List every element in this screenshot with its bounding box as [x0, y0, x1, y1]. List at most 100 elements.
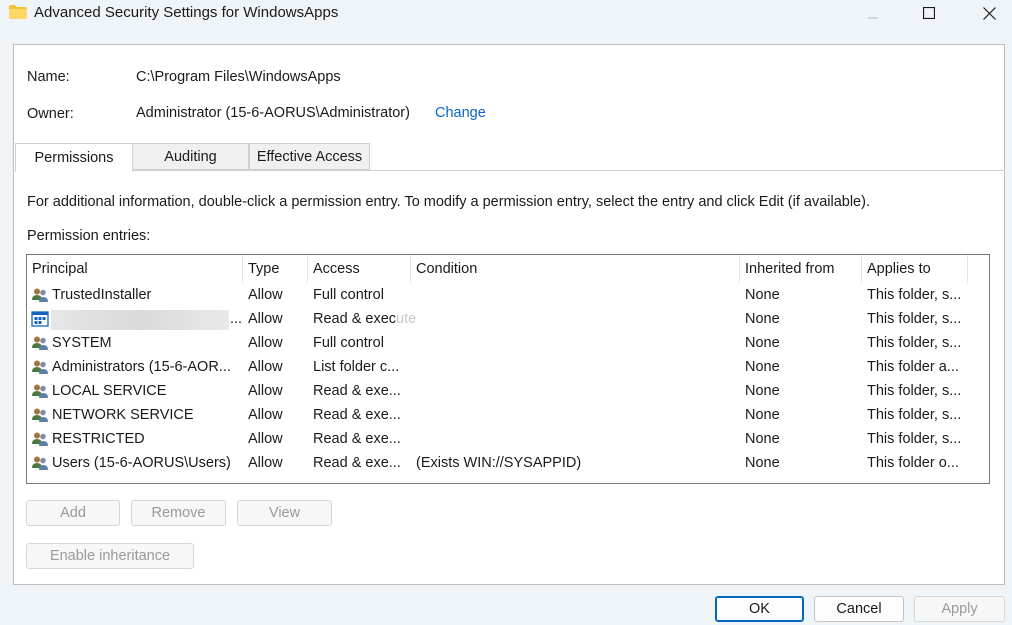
group-icon: [31, 455, 49, 471]
condition-cell: (Exists WIN://SYSAPPID): [416, 455, 582, 471]
inherited-from-cell: None: [745, 335, 780, 351]
principal-cell: NETWORK SERVICE: [27, 403, 243, 427]
minimize-icon: [868, 17, 878, 19]
close-icon: [982, 6, 996, 20]
principal-cell: Users (15-6-AORUS\Users): [27, 451, 243, 475]
access-cell: Read & exe...: [313, 455, 401, 471]
applies-to-cell: This folder, s...: [867, 431, 962, 447]
inherited-from-cell: None: [745, 431, 780, 447]
group-icon: [31, 287, 49, 303]
cancel-button[interactable]: Cancel: [814, 596, 904, 622]
table-header: Principal Type Access Condition Inherite…: [27, 255, 989, 283]
group-icon: [31, 359, 49, 375]
applies-to-cell: This folder a...: [867, 359, 959, 375]
principal-cell: LOCAL SERVICE: [27, 379, 243, 403]
type-cell: Allow: [248, 311, 283, 327]
applies-to-cell: This folder, s...: [867, 311, 962, 327]
table-row[interactable]: ... Allow Read & execute None This folder, s…: [27, 307, 989, 331]
tab-permissions[interactable]: Permissions: [15, 143, 133, 172]
condition-cell: [411, 403, 740, 427]
group-icon: [31, 335, 49, 351]
title-bar[interactable]: Advanced Security Settings for WindowsAp…: [0, 0, 1012, 28]
access-cell: Read & exe...: [313, 407, 401, 423]
enable-inheritance-button[interactable]: Enable inheritance: [26, 543, 194, 569]
table-row[interactable]: Users (15-6-AORUS\Users) Allow Read & exe.…: [27, 451, 989, 475]
type-cell: Allow: [248, 407, 283, 423]
applies-to-cell: This folder, s...: [867, 287, 962, 303]
type-cell: Allow: [248, 287, 283, 303]
change-owner-link[interactable]: Change: [435, 105, 486, 121]
column-principal[interactable]: Principal: [27, 255, 243, 283]
group-icon: [31, 431, 49, 447]
name-value: C:\Program Files\WindowsApps: [136, 69, 341, 85]
view-button[interactable]: View: [237, 500, 332, 526]
condition-cell: [411, 307, 740, 331]
column-inherited-from[interactable]: Inherited from: [740, 255, 862, 283]
permission-entries-list[interactable]: Principal Type Access Condition Inherite…: [26, 254, 990, 484]
group-icon: [31, 383, 49, 399]
inherited-from-cell: None: [745, 311, 780, 327]
tab-divider: [15, 170, 1005, 171]
access-cell: Full control: [313, 335, 384, 351]
condition-cell: [411, 283, 740, 307]
applies-to-cell: This folder, s...: [867, 335, 962, 351]
remove-button[interactable]: Remove: [131, 500, 226, 526]
condition-cell: [411, 355, 740, 379]
column-access[interactable]: Access: [308, 255, 411, 283]
close-button[interactable]: [966, 0, 1012, 26]
principal-cell: RESTRICTED: [27, 427, 243, 451]
add-button[interactable]: Add: [26, 500, 120, 526]
column-condition[interactable]: Condition: [411, 255, 740, 283]
condition-cell: [411, 427, 740, 451]
type-cell: Allow: [248, 335, 283, 351]
access-cell: Full control: [313, 287, 384, 303]
condition-cell: [411, 379, 740, 403]
type-cell: Allow: [248, 431, 283, 447]
inherited-from-cell: None: [745, 455, 780, 471]
instructions-text: For additional information, double-click…: [27, 194, 870, 210]
window-title: Advanced Security Settings for WindowsAp…: [34, 4, 339, 21]
column-applies-to[interactable]: Applies to: [862, 255, 968, 283]
inherited-from-cell: None: [745, 383, 780, 399]
group-icon: [31, 407, 49, 423]
table-row[interactable]: SYSTEM Allow Full control None This folder, …: [27, 331, 989, 355]
permission-entries-label: Permission entries:: [27, 228, 151, 244]
inherited-from-cell: None: [745, 287, 780, 303]
owner-value: Administrator (15-6-AORUS\Administrator): [136, 105, 410, 121]
access-cell: Read & execute: [313, 311, 417, 327]
app-package-icon: [31, 311, 49, 327]
name-label: Name:: [27, 69, 70, 85]
type-cell: Allow: [248, 383, 283, 399]
principal-cell: ...: [27, 307, 243, 331]
redacted-principal: [51, 310, 229, 330]
applies-to-cell: This folder o...: [867, 455, 959, 471]
inherited-from-cell: None: [745, 407, 780, 423]
applies-to-cell: This folder, s...: [867, 407, 962, 423]
owner-label: Owner:: [27, 106, 74, 122]
inherited-from-cell: None: [745, 359, 780, 375]
type-cell: Allow: [248, 455, 283, 471]
maximize-icon: [923, 7, 935, 19]
access-cell: Read & exe...: [313, 383, 401, 399]
access-cell: List folder c...: [313, 359, 400, 375]
maximize-button[interactable]: [906, 0, 952, 26]
table-row[interactable]: RESTRICTED Allow Read & exe... None This fol…: [27, 427, 989, 451]
tab-auditing[interactable]: Auditing: [132, 143, 249, 170]
table-row[interactable]: NETWORK SERVICE Allow Read & exe... None Thi…: [27, 403, 989, 427]
principal-cell: Administrators (15-6-AOR...: [27, 355, 243, 379]
access-cell: Read & exe...: [313, 431, 401, 447]
type-cell: Allow: [248, 359, 283, 375]
apply-button[interactable]: Apply: [914, 596, 1005, 622]
minimize-button[interactable]: [850, 0, 896, 26]
condition-cell: [411, 331, 740, 355]
applies-to-cell: This folder, s...: [867, 383, 962, 399]
ok-button[interactable]: OK: [715, 596, 804, 622]
table-row[interactable]: LOCAL SERVICE Allow Read & exe... None This …: [27, 379, 989, 403]
principal-cell: SYSTEM: [27, 331, 243, 355]
column-type[interactable]: Type: [243, 255, 308, 283]
principal-cell: TrustedInstaller: [27, 283, 243, 307]
table-row[interactable]: Administrators (15-6-AOR... Allow List fol…: [27, 355, 989, 379]
folder-icon: [9, 5, 27, 19]
tab-effective-access[interactable]: Effective Access: [249, 143, 370, 170]
table-row[interactable]: TrustedInstaller Allow Full control None Thi…: [27, 283, 989, 307]
